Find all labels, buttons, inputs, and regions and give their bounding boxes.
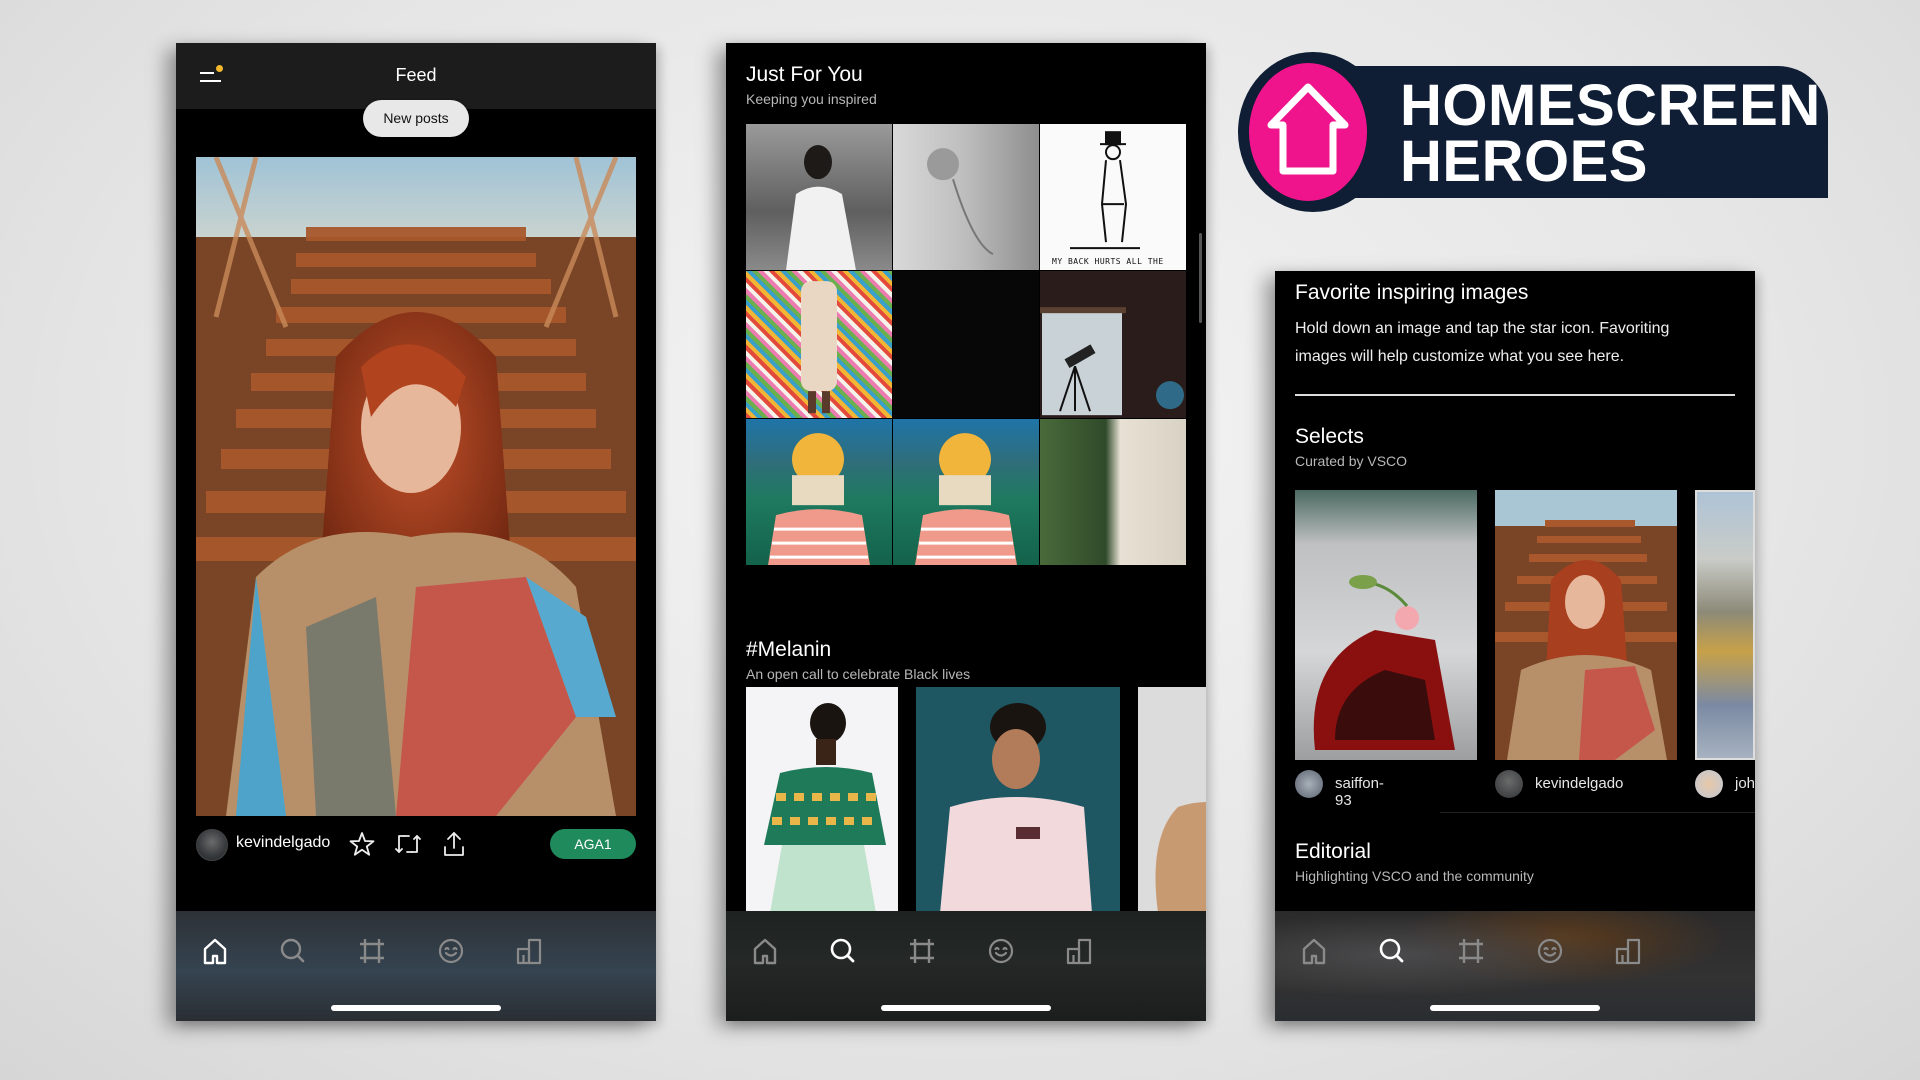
- home-indicator: [331, 1005, 501, 1011]
- bottom-nav-bar: [1275, 911, 1755, 1021]
- grid-tile-sketch[interactable]: MY BACK HURTS ALL THE: [1040, 124, 1186, 271]
- star-icon[interactable]: [348, 830, 376, 858]
- avatar: [1695, 770, 1723, 798]
- selects-card[interactable]: [1695, 490, 1755, 760]
- username[interactable]: kevindelgado: [1535, 775, 1623, 792]
- post-username[interactable]: kevindelgado: [236, 834, 330, 852]
- homescreen-heroes-logo: HOMESCREEN HEROES: [1238, 52, 1838, 212]
- section-subtitle: Curated by VSCO: [1295, 453, 1408, 469]
- phone-selects-screen: Favorite inspiring images Hold down an i…: [1275, 271, 1755, 1021]
- logo-line-2: HEROES: [1400, 129, 1648, 194]
- grid-tile[interactable]: [1040, 418, 1186, 565]
- nav-home-icon[interactable]: [745, 931, 785, 971]
- divider: [1295, 394, 1735, 396]
- nav-home-icon[interactable]: [1294, 931, 1334, 971]
- username[interactable]: joh: [1735, 775, 1755, 792]
- nav-profile-icon[interactable]: [1608, 931, 1648, 971]
- logo-circle: [1249, 63, 1367, 201]
- preset-badge[interactable]: AGA1: [550, 829, 636, 859]
- selects-card[interactable]: [1495, 490, 1677, 760]
- carousel-card[interactable]: [746, 687, 898, 913]
- page-title: Feed: [395, 65, 437, 85]
- selects-card[interactable]: [1295, 490, 1477, 760]
- nav-search-icon[interactable]: [823, 931, 863, 971]
- sketch-caption: MY BACK HURTS ALL THE: [1052, 257, 1164, 267]
- bottom-nav-bar: [726, 911, 1206, 1021]
- feed-post-image[interactable]: [196, 157, 636, 816]
- phone-feed-screen: Feed New posts kevindelgado AGA1: [176, 43, 656, 1021]
- avatar: [1295, 770, 1323, 798]
- scrollbar[interactable]: [1199, 233, 1202, 323]
- nav-home-icon[interactable]: [195, 931, 235, 971]
- grid-tile[interactable]: [746, 271, 892, 418]
- avatar: [1495, 770, 1523, 798]
- carousel-card[interactable]: [1138, 687, 1206, 913]
- just-for-you-grid: MY BACK HURTS ALL THE: [746, 124, 1186, 565]
- nav-studio-crop-icon[interactable]: [1451, 931, 1491, 971]
- nav-emoji-icon[interactable]: [431, 931, 471, 971]
- bottom-nav-bar: [176, 911, 656, 1021]
- section-title-melanin: #Melanin: [746, 638, 832, 661]
- section-title-selects: Selects: [1295, 425, 1364, 448]
- grid-tile[interactable]: [1040, 271, 1186, 418]
- favorites-description: Hold down an image and tap the star icon…: [1295, 320, 1670, 365]
- nav-profile-icon[interactable]: [509, 931, 549, 971]
- section-title-just-for-you: Just For You: [746, 63, 863, 86]
- nav-search-icon[interactable]: [1372, 931, 1412, 971]
- logo-text: HOMESCREEN HEROES: [1400, 73, 1821, 194]
- grid-tile[interactable]: [746, 124, 892, 271]
- grid-tile[interactable]: [893, 418, 1039, 565]
- nav-profile-icon[interactable]: [1059, 931, 1099, 971]
- logo-line-1: HOMESCREEN: [1400, 73, 1821, 138]
- grid-tile[interactable]: [893, 124, 1039, 271]
- favorites-title: Favorite inspiring images: [1295, 281, 1529, 304]
- post-action-row: kevindelgado AGA1: [196, 829, 636, 861]
- grid-tile[interactable]: [746, 418, 892, 565]
- home-indicator: [1430, 1005, 1600, 1011]
- username[interactable]: saiffon-93: [1335, 775, 1384, 809]
- carousel-card[interactable]: [916, 687, 1120, 913]
- home-indicator: [881, 1005, 1051, 1011]
- phone-discover-screen: Just For You Keeping you inspired MY BAC…: [726, 43, 1206, 1021]
- melanin-carousel: [746, 687, 1206, 913]
- nav-studio-crop-icon[interactable]: [902, 931, 942, 971]
- section-subtitle: An open call to celebrate Black lives: [746, 666, 971, 682]
- new-posts-button[interactable]: New posts: [363, 100, 469, 137]
- nav-studio-crop-icon[interactable]: [352, 931, 392, 971]
- nav-emoji-icon[interactable]: [981, 931, 1021, 971]
- grid-tile[interactable]: [893, 271, 1039, 418]
- nav-emoji-icon[interactable]: [1530, 931, 1570, 971]
- repost-icon[interactable]: [394, 830, 422, 858]
- section-title-editorial: Editorial: [1295, 840, 1371, 863]
- share-icon[interactable]: [440, 830, 468, 858]
- section-subtitle: Highlighting VSCO and the community: [1295, 868, 1534, 884]
- section-subtitle: Keeping you inspired: [746, 91, 877, 107]
- nav-search-icon[interactable]: [273, 931, 313, 971]
- house-icon: [1267, 83, 1349, 175]
- divider: [1440, 812, 1755, 813]
- avatar[interactable]: [196, 829, 228, 861]
